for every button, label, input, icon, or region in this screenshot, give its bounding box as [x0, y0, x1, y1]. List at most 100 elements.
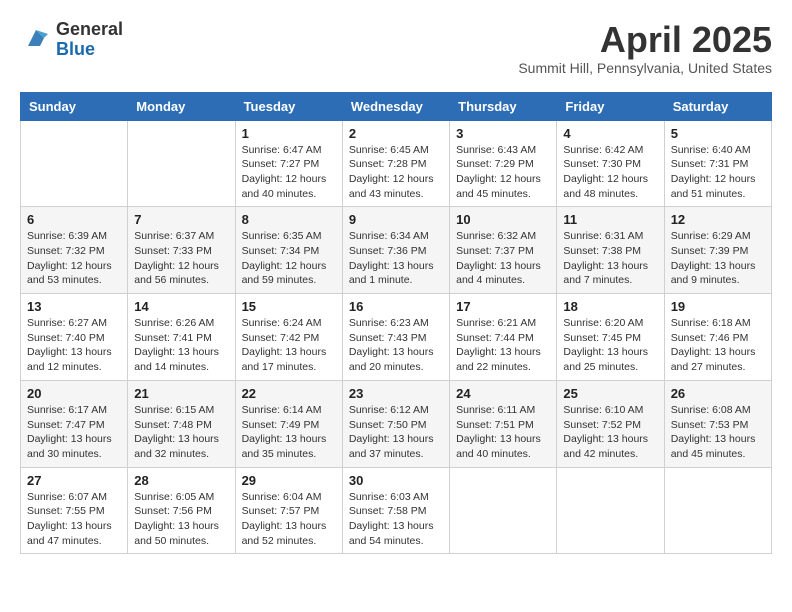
- day-number: 20: [27, 386, 121, 401]
- day-number: 18: [563, 299, 657, 314]
- calendar-day-header: Friday: [557, 92, 664, 120]
- day-number: 21: [134, 386, 228, 401]
- day-info: Sunrise: 6:39 AM Sunset: 7:32 PM Dayligh…: [27, 229, 121, 288]
- day-number: 12: [671, 212, 765, 227]
- calendar-day-header: Tuesday: [235, 92, 342, 120]
- calendar-cell: [21, 120, 128, 207]
- calendar-cell: 13Sunrise: 6:27 AM Sunset: 7:40 PM Dayli…: [21, 294, 128, 381]
- logo-general: General: [56, 20, 123, 40]
- calendar-cell: 24Sunrise: 6:11 AM Sunset: 7:51 PM Dayli…: [450, 380, 557, 467]
- day-number: 3: [456, 126, 550, 141]
- calendar-cell: 30 Sunrise: 6:03 AM Sunset: 7:58 PM Dayli…: [342, 467, 449, 554]
- location-title: Summit Hill, Pennsylvania, United States: [518, 60, 772, 76]
- day-info: Sunrise: 6:27 AM Sunset: 7:40 PM Dayligh…: [27, 316, 121, 375]
- calendar-day-header: Thursday: [450, 92, 557, 120]
- calendar-cell: 5Sunrise: 6:40 AM Sunset: 7:31 PM Daylig…: [664, 120, 771, 207]
- day-number: 22: [242, 386, 336, 401]
- calendar-cell: 1 Sunrise: 6:47 AM Sunset: 7:27 PM Daylig…: [235, 120, 342, 207]
- calendar-cell: 19 Sunrise: 6:18 AM Sunset: 7:46 PM Dayli…: [664, 294, 771, 381]
- calendar-day-header: Saturday: [664, 92, 771, 120]
- calendar-week-row: 6 Sunrise: 6:39 AM Sunset: 7:32 PM Daylig…: [21, 207, 772, 294]
- title-section: April 2025 Summit Hill, Pennsylvania, Un…: [518, 20, 772, 76]
- day-info: Sunrise: 6:32 AM Sunset: 7:37 PM Dayligh…: [456, 229, 550, 288]
- calendar-cell: 2 Sunrise: 6:45 AM Sunset: 7:28 PM Daylig…: [342, 120, 449, 207]
- calendar-cell: 22Sunrise: 6:14 AM Sunset: 7:49 PM Dayli…: [235, 380, 342, 467]
- day-info: Sunrise: 6:34 AM Sunset: 7:36 PM Dayligh…: [349, 229, 443, 288]
- day-number: 15: [242, 299, 336, 314]
- logo-blue: Blue: [56, 40, 123, 60]
- calendar-cell: 21 Sunrise: 6:15 AM Sunset: 7:48 PM Dayli…: [128, 380, 235, 467]
- day-info: Sunrise: 6:08 AM Sunset: 7:53 PM Dayligh…: [671, 403, 765, 462]
- day-info: Sunrise: 6:29 AM Sunset: 7:39 PM Dayligh…: [671, 229, 765, 288]
- day-info: Sunrise: 6:15 AM Sunset: 7:48 PM Dayligh…: [134, 403, 228, 462]
- calendar-week-row: 13Sunrise: 6:27 AM Sunset: 7:40 PM Dayli…: [21, 294, 772, 381]
- day-number: 23: [349, 386, 443, 401]
- day-number: 9: [349, 212, 443, 227]
- day-info: Sunrise: 6:37 AM Sunset: 7:33 PM Dayligh…: [134, 229, 228, 288]
- day-info: Sunrise: 6:07 AM Sunset: 7:55 PM Dayligh…: [27, 490, 121, 549]
- day-info: Sunrise: 6:03 AM Sunset: 7:58 PM Dayligh…: [349, 490, 443, 549]
- calendar-week-row: 20 Sunrise: 6:17 AM Sunset: 7:47 PM Dayli…: [21, 380, 772, 467]
- calendar-cell: [664, 467, 771, 554]
- day-info: Sunrise: 6:43 AM Sunset: 7:29 PM Dayligh…: [456, 143, 550, 202]
- calendar-cell: 27 Sunrise: 6:07 AM Sunset: 7:55 PM Dayli…: [21, 467, 128, 554]
- calendar-cell: [128, 120, 235, 207]
- logo-bird-icon: [20, 26, 52, 54]
- day-number: 1: [242, 126, 336, 141]
- day-number: 17: [456, 299, 550, 314]
- logo-text: General Blue: [56, 20, 123, 60]
- calendar-cell: [557, 467, 664, 554]
- day-number: 11: [563, 212, 657, 227]
- calendar-cell: 10 Sunrise: 6:32 AM Sunset: 7:37 PM Dayli…: [450, 207, 557, 294]
- day-number: 24: [456, 386, 550, 401]
- day-number: 30: [349, 473, 443, 488]
- day-info: Sunrise: 6:18 AM Sunset: 7:46 PM Dayligh…: [671, 316, 765, 375]
- calendar-cell: 3 Sunrise: 6:43 AM Sunset: 7:29 PM Daylig…: [450, 120, 557, 207]
- day-number: 7: [134, 212, 228, 227]
- calendar-cell: 15 Sunrise: 6:24 AM Sunset: 7:42 PM Dayli…: [235, 294, 342, 381]
- calendar-cell: 25 Sunrise: 6:10 AM Sunset: 7:52 PM Dayli…: [557, 380, 664, 467]
- calendar-cell: 17Sunrise: 6:21 AM Sunset: 7:44 PM Dayli…: [450, 294, 557, 381]
- calendar-day-header: Monday: [128, 92, 235, 120]
- day-info: Sunrise: 6:45 AM Sunset: 7:28 PM Dayligh…: [349, 143, 443, 202]
- day-number: 8: [242, 212, 336, 227]
- calendar-header-row: SundayMondayTuesdayWednesdayThursdayFrid…: [21, 92, 772, 120]
- calendar-week-row: 1 Sunrise: 6:47 AM Sunset: 7:27 PM Daylig…: [21, 120, 772, 207]
- day-info: Sunrise: 6:20 AM Sunset: 7:45 PM Dayligh…: [563, 316, 657, 375]
- calendar-cell: 4Sunrise: 6:42 AM Sunset: 7:30 PM Daylig…: [557, 120, 664, 207]
- day-number: 10: [456, 212, 550, 227]
- day-number: 27: [27, 473, 121, 488]
- day-number: 2: [349, 126, 443, 141]
- day-number: 19: [671, 299, 765, 314]
- calendar-cell: 20 Sunrise: 6:17 AM Sunset: 7:47 PM Dayli…: [21, 380, 128, 467]
- calendar-cell: 18 Sunrise: 6:20 AM Sunset: 7:45 PM Dayli…: [557, 294, 664, 381]
- day-info: Sunrise: 6:17 AM Sunset: 7:47 PM Dayligh…: [27, 403, 121, 462]
- calendar-table: SundayMondayTuesdayWednesdayThursdayFrid…: [20, 92, 772, 555]
- calendar-cell: 11Sunrise: 6:31 AM Sunset: 7:38 PM Dayli…: [557, 207, 664, 294]
- calendar-cell: 26Sunrise: 6:08 AM Sunset: 7:53 PM Dayli…: [664, 380, 771, 467]
- day-number: 25: [563, 386, 657, 401]
- page-header: General Blue April 2025 Summit Hill, Pen…: [20, 20, 772, 76]
- calendar-week-row: 27 Sunrise: 6:07 AM Sunset: 7:55 PM Dayli…: [21, 467, 772, 554]
- calendar-cell: 29Sunrise: 6:04 AM Sunset: 7:57 PM Dayli…: [235, 467, 342, 554]
- calendar-cell: 16 Sunrise: 6:23 AM Sunset: 7:43 PM Dayli…: [342, 294, 449, 381]
- day-number: 16: [349, 299, 443, 314]
- calendar-cell: 7 Sunrise: 6:37 AM Sunset: 7:33 PM Daylig…: [128, 207, 235, 294]
- day-number: 6: [27, 212, 121, 227]
- day-info: Sunrise: 6:12 AM Sunset: 7:50 PM Dayligh…: [349, 403, 443, 462]
- calendar-day-header: Sunday: [21, 92, 128, 120]
- logo: General Blue: [20, 20, 123, 60]
- day-info: Sunrise: 6:05 AM Sunset: 7:56 PM Dayligh…: [134, 490, 228, 549]
- calendar-cell: 8Sunrise: 6:35 AM Sunset: 7:34 PM Daylig…: [235, 207, 342, 294]
- calendar-cell: 28Sunrise: 6:05 AM Sunset: 7:56 PM Dayli…: [128, 467, 235, 554]
- day-number: 4: [563, 126, 657, 141]
- calendar-cell: 14Sunrise: 6:26 AM Sunset: 7:41 PM Dayli…: [128, 294, 235, 381]
- calendar-cell: 12 Sunrise: 6:29 AM Sunset: 7:39 PM Dayli…: [664, 207, 771, 294]
- day-number: 5: [671, 126, 765, 141]
- calendar-cell: [450, 467, 557, 554]
- calendar-day-header: Wednesday: [342, 92, 449, 120]
- day-info: Sunrise: 6:10 AM Sunset: 7:52 PM Dayligh…: [563, 403, 657, 462]
- day-info: Sunrise: 6:23 AM Sunset: 7:43 PM Dayligh…: [349, 316, 443, 375]
- day-info: Sunrise: 6:47 AM Sunset: 7:27 PM Dayligh…: [242, 143, 336, 202]
- day-info: Sunrise: 6:24 AM Sunset: 7:42 PM Dayligh…: [242, 316, 336, 375]
